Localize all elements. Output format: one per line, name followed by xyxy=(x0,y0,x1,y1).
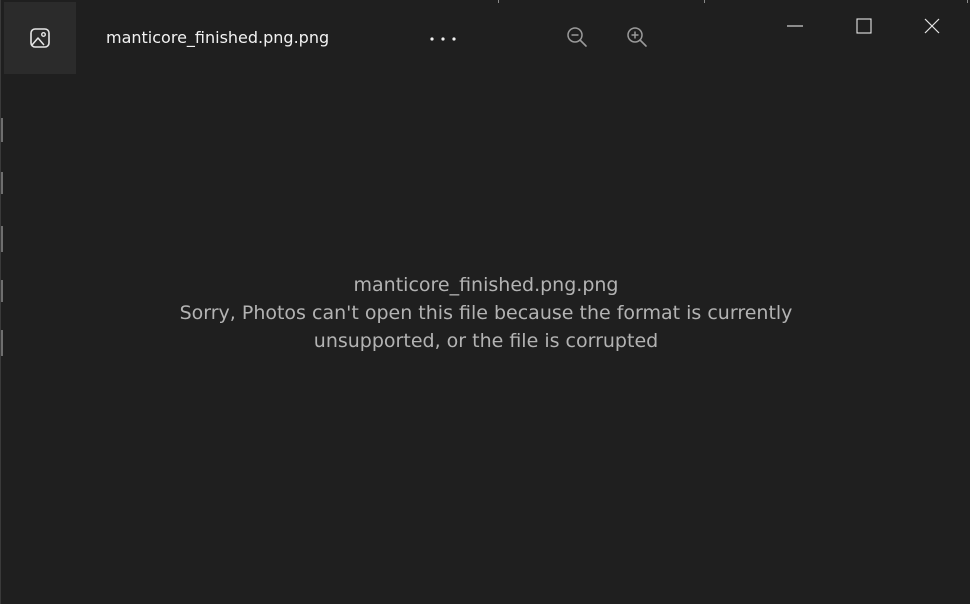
error-file-name: manticore_finished.png.png xyxy=(353,274,619,296)
photos-app-icon xyxy=(30,28,50,48)
minimize-button[interactable] xyxy=(772,6,818,46)
error-text-line-2: unsupported, or the file is corrupted xyxy=(313,330,659,352)
title-bar: manticore_finished.png.png xyxy=(1,0,970,74)
zoom-in-icon xyxy=(627,27,647,47)
maximize-icon xyxy=(856,18,872,34)
close-button[interactable] xyxy=(909,6,955,46)
error-text-line-1: Sorry, Photos can't open this file becau… xyxy=(179,302,793,324)
window-title: manticore_finished.png.png xyxy=(106,28,330,47)
background-edge xyxy=(1,226,3,252)
photos-window: manticore_finished.png.png manticore_fin… xyxy=(0,0,970,604)
close-icon xyxy=(924,18,940,34)
app-icon-button[interactable] xyxy=(4,2,76,74)
background-edge xyxy=(1,118,3,142)
zoom-out-button[interactable] xyxy=(560,20,594,54)
zoom-in-button[interactable] xyxy=(620,20,654,54)
zoom-out-icon xyxy=(567,27,587,47)
maximize-button[interactable] xyxy=(841,6,887,46)
more-options-icon xyxy=(430,37,456,41)
error-message: manticore_finished.png.png Sorry, Photos… xyxy=(1,271,970,355)
more-options-button[interactable] xyxy=(421,22,467,56)
background-edge xyxy=(1,172,3,194)
minimize-icon xyxy=(787,25,803,27)
